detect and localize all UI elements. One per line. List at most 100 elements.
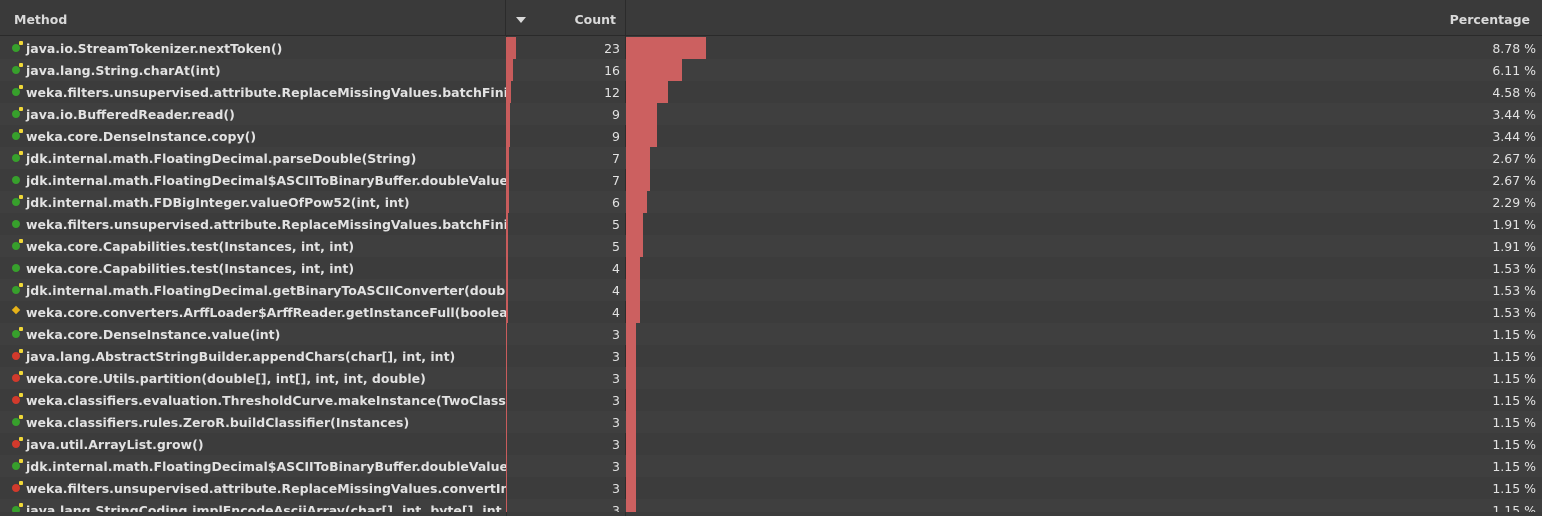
method-icon [12, 264, 20, 272]
method-cell: jdk.internal.math.FloatingDecimal$ASCIIT… [26, 173, 506, 188]
percentage-cell: 1.53 % [1492, 305, 1536, 320]
table-row[interactable]: java.lang.AbstractStringBuilder.appendCh… [0, 345, 1542, 367]
percentage-cell: 2.67 % [1492, 173, 1536, 188]
count-cell: 9 [612, 107, 620, 122]
method-icon [12, 176, 20, 184]
count-cell: 3 [612, 437, 620, 452]
percentage-cell: 1.15 % [1492, 415, 1536, 430]
count-cell: 9 [612, 129, 620, 144]
method-cell: weka.classifiers.evaluation.ThresholdCur… [26, 393, 506, 408]
table-row[interactable]: java.lang.String.charAt(int) 16 6.11 % [0, 59, 1542, 81]
table-row[interactable]: weka.core.DenseInstance.copy() 9 3.44 % [0, 125, 1542, 147]
method-cell: jdk.internal.math.FloatingDecimal.getBin… [26, 283, 506, 298]
count-cell: 3 [612, 371, 620, 386]
count-cell: 7 [612, 173, 620, 188]
table-row[interactable]: jdk.internal.math.FloatingDecimal$ASCIIT… [0, 455, 1542, 477]
method-icon [12, 393, 23, 404]
method-cell: jdk.internal.math.FloatingDecimal$ASCIIT… [26, 459, 506, 474]
table-row[interactable]: jdk.internal.math.FloatingDecimal.getBin… [0, 279, 1542, 301]
method-icon [12, 327, 23, 338]
table-row[interactable]: weka.filters.unsupervised.attribute.Repl… [0, 213, 1542, 235]
percentage-cell: 8.78 % [1492, 41, 1536, 56]
method-cell: java.lang.StringCoding.implEncodeAsciiAr… [26, 503, 506, 512]
table-row[interactable]: java.lang.StringCoding.implEncodeAsciiAr… [0, 499, 1542, 512]
table-row[interactable]: java.io.StreamTokenizer.nextToken() 23 8.7… [0, 37, 1542, 59]
method-cell: weka.core.converters.ArffLoader$ArffRead… [26, 305, 506, 320]
count-cell: 3 [612, 503, 620, 512]
method-icon [12, 371, 23, 382]
method-icon [12, 151, 23, 162]
count-cell: 3 [612, 459, 620, 474]
table-row[interactable]: weka.classifiers.evaluation.ThresholdCur… [0, 389, 1542, 411]
count-cell: 23 [604, 41, 620, 56]
table-row[interactable]: java.util.ArrayList.grow() 3 1.15 % [0, 433, 1542, 455]
table-row[interactable]: weka.classifiers.rules.ZeroR.buildClassi… [0, 411, 1542, 433]
method-cell: jdk.internal.math.FloatingDecimal.parseD… [26, 151, 417, 166]
count-cell: 4 [612, 261, 620, 276]
table-row[interactable]: weka.core.Capabilities.test(Instances, i… [0, 235, 1542, 257]
method-icon [12, 459, 23, 470]
method-icon [12, 481, 23, 492]
table-row[interactable]: weka.core.converters.ArffLoader$ArffRead… [0, 301, 1542, 323]
method-cell: java.lang.String.charAt(int) [26, 63, 221, 78]
percentage-cell: 1.15 % [1492, 327, 1536, 342]
percentage-cell: 1.15 % [1492, 503, 1536, 512]
table-row[interactable]: jdk.internal.math.FloatingDecimal.parseD… [0, 147, 1542, 169]
method-icon [12, 85, 23, 96]
method-cell: weka.filters.unsupervised.attribute.Repl… [26, 217, 506, 232]
method-icon [12, 41, 23, 52]
percentage-cell: 1.15 % [1492, 393, 1536, 408]
method-icon [12, 195, 23, 206]
table-row[interactable]: weka.core.Utils.partition(double[], int[… [0, 367, 1542, 389]
percentage-cell: 1.91 % [1492, 217, 1536, 232]
percentage-cell: 1.53 % [1492, 283, 1536, 298]
sort-descending-icon[interactable] [516, 17, 526, 23]
method-cell: weka.core.Capabilities.test(Instances, i… [26, 239, 355, 254]
count-cell: 5 [612, 217, 620, 232]
percentage-cell: 3.44 % [1492, 107, 1536, 122]
percentage-cell: 1.15 % [1492, 371, 1536, 386]
method-icon [12, 503, 23, 512]
method-icon [12, 107, 23, 118]
count-cell: 3 [612, 481, 620, 496]
percentage-cell: 1.15 % [1492, 459, 1536, 474]
method-icon [12, 129, 23, 140]
percentage-cell: 2.67 % [1492, 151, 1536, 166]
count-cell: 7 [612, 151, 620, 166]
method-cell: jdk.internal.math.FDBigInteger.valueOfPo… [26, 195, 410, 210]
percentage-cell: 1.15 % [1492, 481, 1536, 496]
method-cell: weka.core.DenseInstance.copy() [26, 129, 257, 144]
table-row[interactable]: weka.filters.unsupervised.attribute.Repl… [0, 477, 1542, 499]
table-row[interactable]: weka.core.DenseInstance.value(int) 3 1.15 … [0, 323, 1542, 345]
table-row[interactable]: weka.filters.unsupervised.attribute.Repl… [0, 81, 1542, 103]
table-row[interactable]: jdk.internal.math.FDBigInteger.valueOfPo… [0, 191, 1542, 213]
method-icon [12, 239, 23, 250]
count-cell: 12 [604, 85, 620, 100]
table-header: Method Count Percentage [0, 0, 1542, 36]
count-cell: 4 [612, 305, 620, 320]
table-row[interactable]: java.io.BufferedReader.read() 9 3.44 % [0, 103, 1542, 125]
method-cell: weka.filters.unsupervised.attribute.Repl… [26, 85, 506, 100]
column-header-method[interactable]: Method [0, 0, 506, 35]
method-icon [12, 220, 20, 228]
table-row[interactable]: jdk.internal.math.FloatingDecimal$ASCIIT… [0, 169, 1542, 191]
count-cell: 3 [612, 327, 620, 342]
table-row[interactable]: weka.core.Capabilities.test(Instances, i… [0, 257, 1542, 279]
percentage-cell: 1.15 % [1492, 349, 1536, 364]
method-cell: weka.classifiers.rules.ZeroR.buildClassi… [26, 415, 410, 430]
percentage-cell: 1.91 % [1492, 239, 1536, 254]
method-cell: java.io.StreamTokenizer.nextToken() [26, 41, 283, 56]
column-header-count[interactable]: Count [506, 0, 626, 35]
method-cell: java.lang.AbstractStringBuilder.appendCh… [26, 349, 456, 364]
hotspot-table[interactable]: java.io.StreamTokenizer.nextToken() 23 8.7… [0, 36, 1542, 512]
count-cell: 3 [612, 349, 620, 364]
percentage-cell: 3.44 % [1492, 129, 1536, 144]
method-icon [12, 437, 23, 448]
percentage-cell: 4.58 % [1492, 85, 1536, 100]
column-header-percentage[interactable]: Percentage [626, 0, 1542, 35]
count-cell: 16 [604, 63, 620, 78]
percentage-cell: 2.29 % [1492, 195, 1536, 210]
method-cell: weka.core.Capabilities.test(Instances, i… [26, 261, 355, 276]
percentage-cell: 6.11 % [1492, 63, 1536, 78]
method-icon [12, 283, 23, 294]
